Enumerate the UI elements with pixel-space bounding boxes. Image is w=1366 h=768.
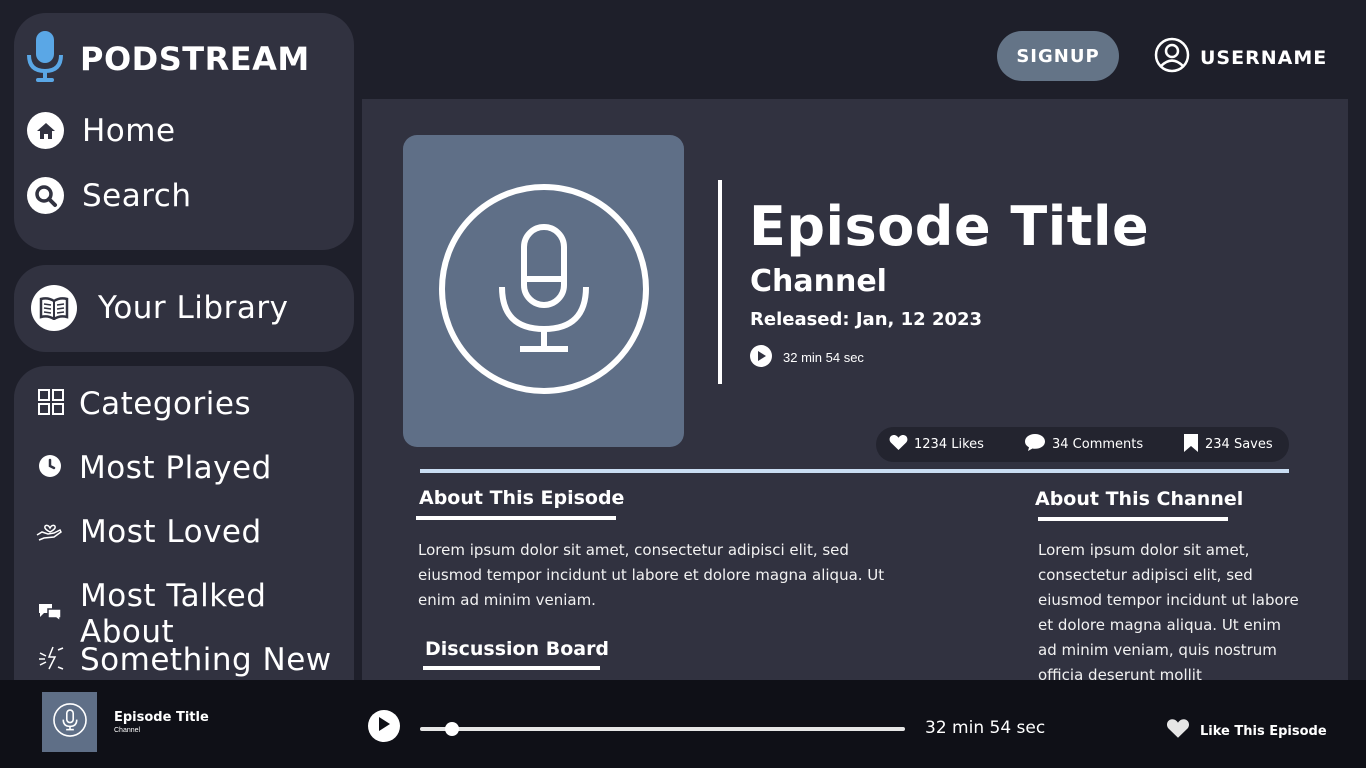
nav-library-label: Your Library bbox=[98, 290, 289, 326]
microphone-icon bbox=[26, 29, 64, 88]
title-divider bbox=[718, 180, 722, 384]
episode-title: Episode Title bbox=[749, 195, 1150, 258]
likes-count: 1234 Likes bbox=[914, 437, 984, 452]
player-episode-title: Episode Title bbox=[114, 710, 209, 725]
category-label: Most Played bbox=[79, 450, 272, 486]
about-episode-heading: About This Episode bbox=[419, 487, 625, 509]
like-episode-label: Like This Episode bbox=[1200, 723, 1327, 739]
heading-underline bbox=[416, 516, 616, 520]
nav-home[interactable]: Home bbox=[27, 112, 176, 149]
about-channel-heading: About This Channel bbox=[1035, 488, 1244, 510]
nav-library[interactable]: Your Library bbox=[31, 285, 288, 331]
episode-stats: 1234 Likes 34 Comments 234 Saves bbox=[876, 427, 1289, 462]
episode-release-date: Released: Jan, 12 2023 bbox=[750, 309, 983, 330]
categories-panel: Categories Most Played Most Loved Most T… bbox=[14, 366, 354, 696]
clock-icon bbox=[38, 454, 62, 483]
play-icon[interactable] bbox=[750, 345, 772, 370]
search-icon bbox=[27, 177, 64, 214]
library-panel[interactable]: Your Library bbox=[14, 265, 354, 352]
brand-name: PODSTREAM bbox=[80, 39, 310, 78]
heart-icon bbox=[889, 434, 908, 455]
brand-logo[interactable]: PODSTREAM bbox=[26, 29, 310, 88]
like-episode-button[interactable]: Like This Episode bbox=[1166, 718, 1327, 744]
play-icon bbox=[377, 716, 391, 737]
home-icon bbox=[27, 112, 64, 149]
about-channel-text: Lorem ipsum dolor sit amet, consectetur … bbox=[1038, 541, 1299, 680]
nav-search-label: Search bbox=[82, 177, 192, 214]
heart-icon bbox=[1166, 718, 1190, 744]
episode-cover bbox=[403, 135, 684, 447]
category-label: Something New bbox=[80, 642, 332, 678]
about-episode-text: Lorem ipsum dolor sit amet, consectetur … bbox=[418, 541, 885, 609]
likes-stat[interactable]: 1234 Likes bbox=[889, 427, 984, 462]
grid-icon bbox=[38, 388, 64, 420]
microphone-icon bbox=[52, 702, 87, 742]
user-menu[interactable]: USERNAME bbox=[1154, 37, 1327, 78]
accent-divider bbox=[420, 469, 1289, 473]
player-duration: 32 min 54 sec bbox=[925, 718, 1046, 738]
category-item-most-loved[interactable]: Most Loved bbox=[36, 514, 262, 550]
category-item-most-played[interactable]: Most Played bbox=[38, 450, 272, 486]
sparkle-icon bbox=[37, 645, 65, 676]
signup-button[interactable]: SIGNUP bbox=[997, 31, 1119, 81]
user-icon bbox=[1154, 37, 1190, 78]
nav-search[interactable]: Search bbox=[27, 177, 192, 214]
episode-duration: 32 min 54 sec bbox=[750, 345, 864, 370]
heading-underline bbox=[1038, 517, 1228, 521]
category-label: Most Talked About bbox=[80, 578, 267, 650]
category-item-most-talked-about[interactable]: Most Talked About bbox=[37, 578, 354, 650]
player-thumbnail[interactable] bbox=[42, 692, 97, 752]
saves-count: 234 Saves bbox=[1205, 437, 1273, 452]
category-item-something-new[interactable]: Something New bbox=[37, 642, 332, 678]
episode-channel[interactable]: Channel bbox=[750, 264, 887, 299]
book-icon bbox=[31, 285, 77, 331]
username: USERNAME bbox=[1200, 46, 1328, 69]
chat-bubbles-icon bbox=[37, 601, 63, 628]
episode-duration-text: 32 min 54 sec bbox=[783, 350, 864, 365]
category-label: Most Loved bbox=[80, 514, 262, 550]
nav-home-label: Home bbox=[82, 112, 176, 149]
comment-icon bbox=[1024, 433, 1046, 456]
bookmark-icon bbox=[1183, 433, 1199, 457]
player-channel: Channel bbox=[114, 727, 141, 734]
saves-stat[interactable]: 234 Saves bbox=[1183, 427, 1273, 462]
heart-hand-icon bbox=[36, 518, 63, 547]
heading-underline bbox=[423, 666, 600, 670]
discussion-board-heading[interactable]: Discussion Board bbox=[425, 638, 609, 660]
category-item-categories[interactable]: Categories bbox=[38, 386, 251, 422]
microphone-icon bbox=[438, 183, 650, 400]
progress-thumb[interactable] bbox=[444, 722, 459, 736]
play-button[interactable] bbox=[368, 710, 400, 742]
comments-stat[interactable]: 34 Comments bbox=[1024, 427, 1143, 462]
category-label: Categories bbox=[79, 386, 252, 422]
comments-count: 34 Comments bbox=[1052, 437, 1144, 452]
progress-slider[interactable] bbox=[420, 722, 905, 736]
brand-nav-panel: PODSTREAM Home Search bbox=[14, 13, 354, 250]
player-bar: Episode Title Channel 32 min 54 sec Like… bbox=[0, 680, 1366, 768]
